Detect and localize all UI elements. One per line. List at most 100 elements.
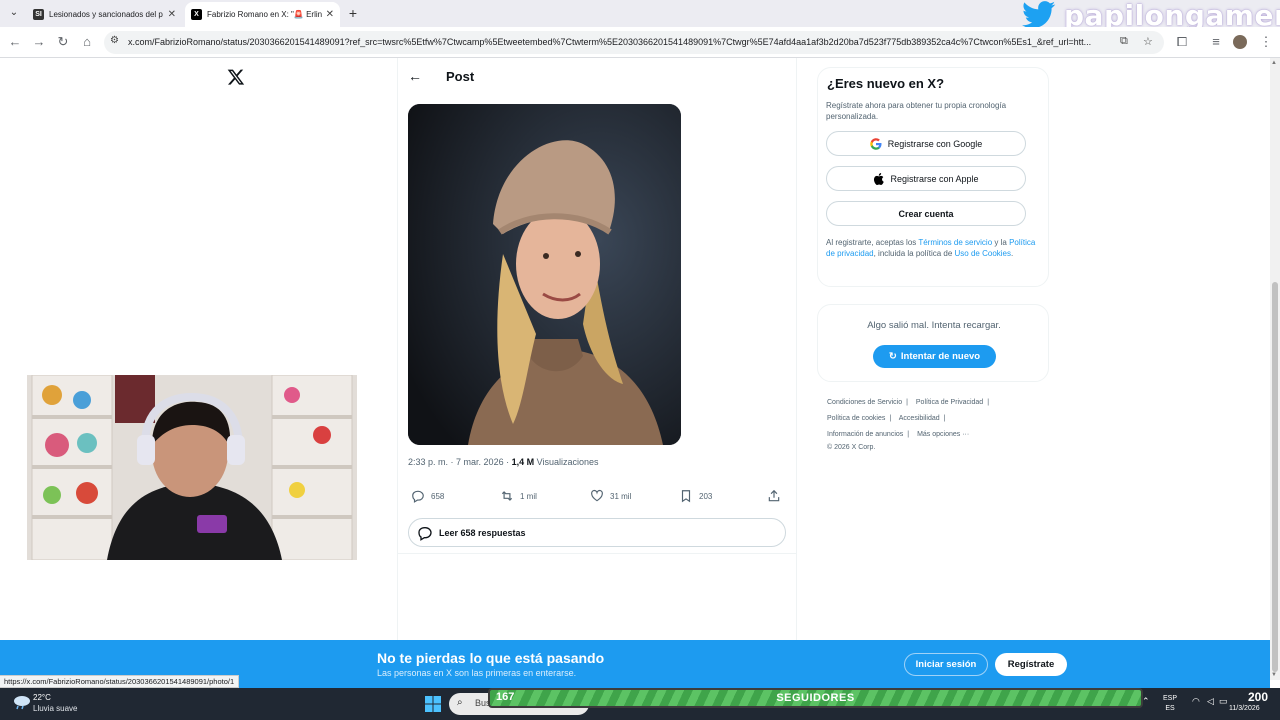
bookmark-star-icon[interactable]: ☆ bbox=[1143, 35, 1153, 48]
post-date[interactable]: 7 mar. 2026 bbox=[456, 457, 504, 467]
reload-icon[interactable]: ↻ bbox=[55, 34, 71, 50]
language-code: ESP bbox=[1163, 695, 1178, 702]
wifi-icon[interactable]: ◠ bbox=[1192, 696, 1200, 707]
legal-text: y la bbox=[992, 238, 1010, 247]
signup-subtitle: Regístrate ahora para obtener tu propia … bbox=[826, 101, 1007, 121]
apple-signup-button[interactable]: Registrarse con Apple bbox=[826, 166, 1026, 191]
tab-title: Lesionados y sancionados del p bbox=[49, 10, 163, 19]
language-indicator[interactable]: ESP ES bbox=[1163, 694, 1177, 714]
like-button[interactable]: 31 mil bbox=[590, 489, 631, 503]
tab-lesionados[interactable]: SI Lesionados y sancionados del p ✕ bbox=[27, 2, 182, 27]
footer-copyright: © 2026 X Corp. bbox=[827, 444, 876, 451]
repost-icon bbox=[501, 491, 513, 501]
si-favicon-icon: SI bbox=[33, 9, 44, 20]
rain-cloud-icon[interactable] bbox=[12, 694, 32, 710]
footer-cookies-link[interactable]: Política de cookies bbox=[827, 415, 885, 422]
share-button[interactable] bbox=[767, 489, 781, 503]
x-favicon-icon: X bbox=[191, 9, 202, 20]
apple-icon bbox=[874, 172, 885, 185]
banner-title: No te pierdas lo que está pasando bbox=[377, 650, 605, 666]
reply-icon bbox=[412, 490, 424, 503]
error-message: Algo salió mal. Intenta recargar. bbox=[867, 320, 1001, 331]
bookmark-icon bbox=[681, 490, 691, 503]
signup-title: ¿Eres nuevo en X? bbox=[827, 76, 945, 91]
legal-text: Al registrarte, aceptas los bbox=[826, 238, 919, 247]
followers-goal-label: SEGUIDORES bbox=[776, 692, 855, 704]
tray-chevron-icon[interactable]: ⌃ bbox=[1142, 696, 1150, 707]
followers-goal-bar: SEGUIDORES 167 bbox=[488, 688, 1143, 708]
post-actions: 658 1 mil 31 mil 203 bbox=[408, 489, 786, 507]
terms-link[interactable]: Términos de servicio bbox=[918, 238, 992, 247]
volume-icon[interactable]: ◁ bbox=[1207, 696, 1214, 707]
post-photo[interactable] bbox=[408, 104, 681, 445]
cookies-link[interactable]: Uso de Cookies bbox=[955, 249, 1011, 258]
retry-button[interactable]: ↻ Intentar de nuevo bbox=[873, 345, 996, 368]
install-app-icon[interactable]: ⧉ bbox=[1120, 35, 1128, 48]
media-control-icon[interactable]: ≡ bbox=[1208, 34, 1224, 50]
reply-bubble-icon bbox=[418, 526, 432, 541]
x-logo-icon[interactable] bbox=[227, 68, 245, 86]
google-icon bbox=[869, 137, 882, 150]
footer-privacy-link[interactable]: Política de Privacidad bbox=[916, 399, 983, 406]
search-icon: ⌕ bbox=[457, 697, 463, 708]
footer-ads-link[interactable]: Información de anuncios bbox=[827, 431, 903, 438]
taskbar-date[interactable]: 11/3/2026 bbox=[1229, 705, 1260, 712]
weather-temperature[interactable]: 22°C bbox=[33, 693, 51, 702]
home-icon[interactable]: ⌂ bbox=[79, 34, 95, 50]
footer-accessibility-link[interactable]: Accesibilidad bbox=[899, 415, 940, 422]
error-card: Algo salió mal. Intenta recargar. ↻ Inte… bbox=[817, 304, 1049, 382]
post-meta: 2:33 p. m. · 7 mar. 2026 · 1,4 M Visuali… bbox=[408, 457, 599, 467]
new-tab-button[interactable]: + bbox=[345, 5, 361, 21]
apple-signup-label: Registrarse con Apple bbox=[890, 173, 979, 184]
reply-count: 658 bbox=[431, 491, 445, 501]
close-icon[interactable]: ✕ bbox=[322, 2, 334, 27]
scroll-up-icon[interactable]: ▲ bbox=[1271, 60, 1277, 66]
extensions-icon[interactable]: ⧠ bbox=[1174, 34, 1190, 50]
retry-label: Intentar de nuevo bbox=[900, 351, 981, 362]
views-label: Visualizaciones bbox=[536, 457, 599, 467]
share-icon bbox=[768, 489, 780, 502]
address-bar[interactable]: ⚙ x.com/FabrizioRomano/status/2030366201… bbox=[104, 31, 1164, 54]
back-arrow-icon[interactable]: ← bbox=[408, 68, 422, 84]
keyboard-layout: ES bbox=[1165, 705, 1175, 712]
site-info-icon[interactable]: ⚙ bbox=[110, 35, 119, 46]
back-icon[interactable]: ← bbox=[7, 34, 23, 50]
create-account-label: Crear cuenta bbox=[898, 208, 954, 219]
footer-more-link[interactable]: Más opciones ··· bbox=[917, 431, 969, 438]
twitter-bird-icon bbox=[1022, 1, 1056, 29]
profile-avatar[interactable] bbox=[1233, 35, 1247, 49]
windows-start-icon[interactable] bbox=[425, 696, 441, 712]
google-signup-button[interactable]: Registrarse con Google bbox=[826, 131, 1026, 156]
read-replies-button[interactable]: Leer 658 respuestas bbox=[408, 518, 786, 547]
forward-icon[interactable]: → bbox=[31, 34, 47, 50]
views-count: 1,4 M bbox=[511, 457, 535, 467]
post-time[interactable]: 2:33 p. m. bbox=[408, 457, 448, 467]
scrollbar-thumb[interactable] bbox=[1272, 282, 1278, 672]
register-button[interactable]: Regístrate bbox=[995, 653, 1067, 676]
repost-button[interactable]: 1 mil bbox=[500, 489, 537, 503]
reply-button[interactable]: 658 bbox=[411, 489, 444, 503]
tab-fabrizio[interactable]: X Fabrizio Romano en X: "🚨 Erlin ✕ bbox=[185, 2, 340, 27]
close-icon[interactable]: ✕ bbox=[168, 2, 176, 27]
signup-card: ¿Eres nuevo en X? Regístrate ahora para … bbox=[817, 67, 1049, 287]
link-status-bar: https://x.com/FabrizioRomano/status/2030… bbox=[0, 675, 240, 688]
create-account-button[interactable]: Crear cuenta bbox=[826, 201, 1026, 226]
footer-terms-link[interactable]: Condiciones de Servicio bbox=[827, 399, 902, 406]
url-text[interactable]: x.com/FabrizioRomano/status/203036620154… bbox=[128, 31, 1118, 54]
streamer-webcam bbox=[27, 375, 357, 560]
tab-search-menu[interactable]: ⌄ bbox=[5, 5, 23, 21]
scroll-down-icon[interactable]: ▼ bbox=[1271, 672, 1277, 678]
bookmark-button[interactable]: 203 bbox=[679, 489, 712, 503]
like-count: 31 mil bbox=[610, 491, 632, 501]
page-title: Post bbox=[446, 69, 475, 84]
legal-text: , incluida la política de bbox=[873, 249, 955, 258]
signup-legal-text: Al registrarte, aceptas los Términos de … bbox=[826, 237, 1040, 259]
refresh-icon: ↻ bbox=[888, 351, 897, 362]
repost-count: 1 mil bbox=[520, 491, 537, 501]
login-button[interactable]: Iniciar sesión bbox=[904, 653, 988, 676]
page-scrollbar[interactable]: ▲ ▼ bbox=[1270, 58, 1280, 680]
battery-icon[interactable]: ▭ bbox=[1219, 696, 1228, 707]
weather-condition[interactable]: Lluvia suave bbox=[33, 704, 77, 713]
menu-kebab-icon[interactable]: ⋮ bbox=[1258, 34, 1274, 50]
webcam-scene-illustration bbox=[27, 375, 357, 560]
